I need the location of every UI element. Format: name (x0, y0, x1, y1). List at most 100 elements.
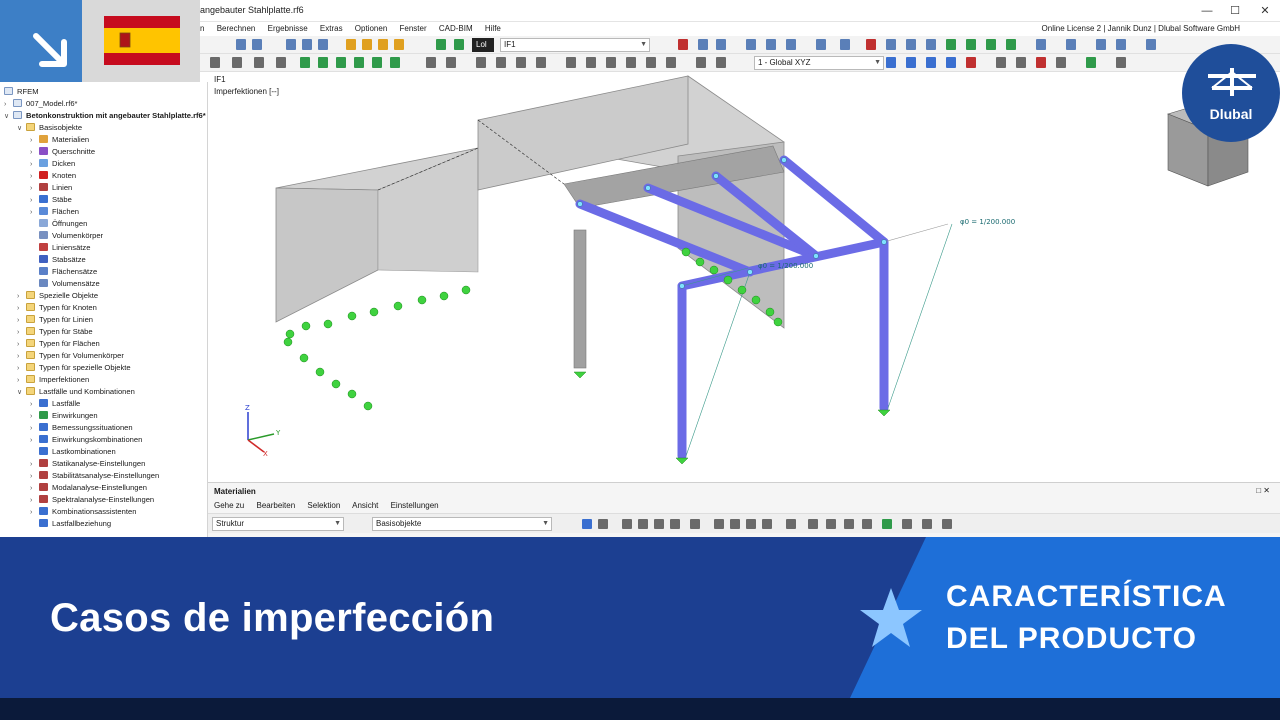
tree-root[interactable]: RFEM (4, 86, 39, 98)
tree-item[interactable]: ∨ Betonkonstruktion mit angebauter Stahlp… (4, 110, 206, 122)
tree-item-label: Liniensätze (52, 243, 91, 252)
supports (283, 247, 891, 465)
folder-icon (26, 363, 35, 371)
panel-menu-ansicht[interactable]: Ansicht (352, 501, 378, 510)
structure-select[interactable]: Struktur ▼ (212, 517, 344, 531)
menu-item-fenster[interactable]: Fenster (400, 22, 427, 36)
menu-item-optionen[interactable]: Optionen (355, 22, 387, 36)
tree-item[interactable]: › Imperfektionen (17, 374, 89, 386)
tree-item[interactable]: › Bemessungssituationen (30, 422, 133, 434)
category-select-value: Basisobjekte (376, 519, 422, 528)
tree-item[interactable]: Volumensätze (30, 278, 100, 290)
tree-item[interactable]: › Einwirkungskombinationen (30, 434, 142, 446)
tree-item[interactable]: Liniensätze (30, 242, 90, 254)
tree-item[interactable]: › Typen für Volumenkörper (17, 350, 124, 362)
chevron-down-icon: ▼ (334, 520, 341, 527)
menu-item-ergebnisse[interactable]: Ergebnisse (268, 22, 308, 36)
tree-item[interactable]: › 007_Model.rf6* (4, 98, 78, 110)
chevron-down-icon[interactable]: ∨ (17, 123, 26, 135)
load-case-select[interactable]: IF1 ▼ (500, 38, 650, 52)
tree-item[interactable]: ∨ Basisobjekte (17, 122, 82, 134)
tree-item-label: Volumensätze (52, 279, 100, 288)
menu-item-extras[interactable]: Extras (320, 22, 343, 36)
tree-item-label: Typen für Stäbe (39, 327, 93, 336)
axis-x-label: X (263, 450, 268, 458)
concrete-wall-left (275, 187, 379, 323)
arrow-badge (0, 0, 82, 82)
menu-item-cad-bim[interactable]: CAD-BIM (439, 22, 473, 36)
tree-item[interactable]: › Lastfälle (30, 398, 80, 410)
menu-item-truncated[interactable]: n (200, 22, 204, 36)
tree-item-label: Lastfälle und Kombinationen (39, 387, 135, 396)
tree-item[interactable]: › Spektralanalyse-Einstellungen (30, 494, 154, 506)
menu-item-berechnen[interactable]: Berechnen (217, 22, 256, 36)
maximize-button[interactable]: ☐ (1220, 0, 1250, 22)
tree-item[interactable]: Stabsätze (30, 254, 86, 266)
menu-item-hilfe[interactable]: Hilfe (485, 22, 501, 36)
folder-icon (26, 315, 35, 323)
close-button[interactable]: ✕ (1250, 0, 1280, 22)
model-viewport[interactable]: IF1 Imperfektionen [--] φ0 = 1/200.000 φ… (208, 72, 1280, 482)
tree-item[interactable]: Volumenkörper (30, 230, 103, 242)
tree-item[interactable]: › Einwirkungen (30, 410, 98, 422)
panel-menu-bearbeiten[interactable]: Bearbeiten (256, 501, 295, 510)
tree-item[interactable]: › Typen für Flächen (17, 338, 100, 350)
object-icon (39, 519, 48, 527)
tree-item[interactable]: › Stäbe (30, 194, 72, 206)
tree-item[interactable]: › Kombinationsassistenten (30, 506, 136, 518)
folder-icon (26, 339, 35, 347)
toolbar-secondary-icons[interactable] (206, 56, 1266, 70)
panel-toolbar-icons[interactable] (578, 518, 978, 530)
object-icon (39, 147, 48, 155)
tree-item[interactable]: Lastkombinationen (30, 446, 116, 458)
tree-item[interactable]: › Spezielle Objekte (17, 290, 98, 302)
object-icon (39, 183, 48, 191)
axis-triad: Z Y X (245, 404, 281, 458)
tree-item[interactable]: › Stabilitätsanalyse-Einstellungen (30, 470, 159, 482)
view-select[interactable]: 1 - Global XYZ ▼ (754, 56, 884, 70)
tree-item-label: Typen für Linien (39, 315, 94, 324)
tree-item[interactable]: › Typen für Linien (17, 314, 93, 326)
panel-menu-einstellungen[interactable]: Einstellungen (391, 501, 439, 510)
tree-item-label: Stabsätze (52, 255, 86, 264)
toolbar-main-icons[interactable] (206, 38, 1266, 52)
panel-close-icon[interactable]: □ ✕ (1256, 486, 1270, 495)
tree-item[interactable]: › Querschnitte (30, 146, 95, 158)
tree-item-label: Linien (52, 183, 73, 192)
object-icon (39, 267, 48, 275)
tree-item[interactable]: › Typen für Knoten (17, 302, 97, 314)
window-title: angebauter Stahlplatte.rf6 (200, 5, 304, 15)
tree-item[interactable]: › Flächen (30, 206, 79, 218)
tree-item[interactable]: › Linien (30, 182, 72, 194)
object-icon (39, 411, 48, 419)
tree-item-label: Spektralanalyse-Einstellungen (52, 495, 155, 504)
category-select[interactable]: Basisobjekte ▼ (372, 517, 552, 531)
tree-item-label: Lastfallbeziehung (52, 519, 112, 528)
chevron-down-icon[interactable]: ∨ (17, 387, 26, 399)
tree-item[interactable]: › Knoten (30, 170, 76, 182)
object-icon (39, 243, 48, 251)
panel-menu: Gehe zu Bearbeiten Selektion Ansicht Ein… (214, 501, 449, 510)
tree-item[interactable]: › Modalanalyse-Einstellungen (30, 482, 147, 494)
file-icon (13, 99, 22, 107)
object-icon (39, 171, 48, 179)
chevron-down-icon[interactable]: ∨ (4, 111, 13, 123)
minimize-button[interactable]: — (1192, 0, 1222, 22)
tree-item[interactable]: › Statikanalyse-Einstellungen (30, 458, 145, 470)
tree-item[interactable]: Öffnungen (30, 218, 87, 230)
navigator-tree[interactable]: RFEM › 007_Model.rf6* ∨ Betonkonstruktion m… (0, 82, 208, 537)
tree-item[interactable]: › Dicken (30, 158, 75, 170)
tree-item[interactable]: Lastfallbeziehung (30, 518, 111, 530)
tree-item[interactable]: › Typen für spezielle Objekte (17, 362, 131, 374)
tree-item[interactable]: Flächensätze (30, 266, 97, 278)
spain-flag-icon (104, 16, 180, 65)
tree-item[interactable]: › Materialien (30, 134, 89, 146)
panel-menu-gehe-zu[interactable]: Gehe zu (214, 501, 244, 510)
panel-menu-selektion[interactable]: Selektion (307, 501, 340, 510)
chevron-down-icon: ▼ (874, 59, 881, 66)
tree-item-label: Stäbe (52, 195, 72, 204)
tree-item[interactable]: › Typen für Stäbe (17, 326, 93, 338)
tree-item[interactable]: ∨ Lastfälle und Kombinationen (17, 386, 135, 398)
dlubal-logo: Dlubal (1182, 44, 1280, 142)
tree-item-label: Querschnitte (52, 147, 96, 156)
